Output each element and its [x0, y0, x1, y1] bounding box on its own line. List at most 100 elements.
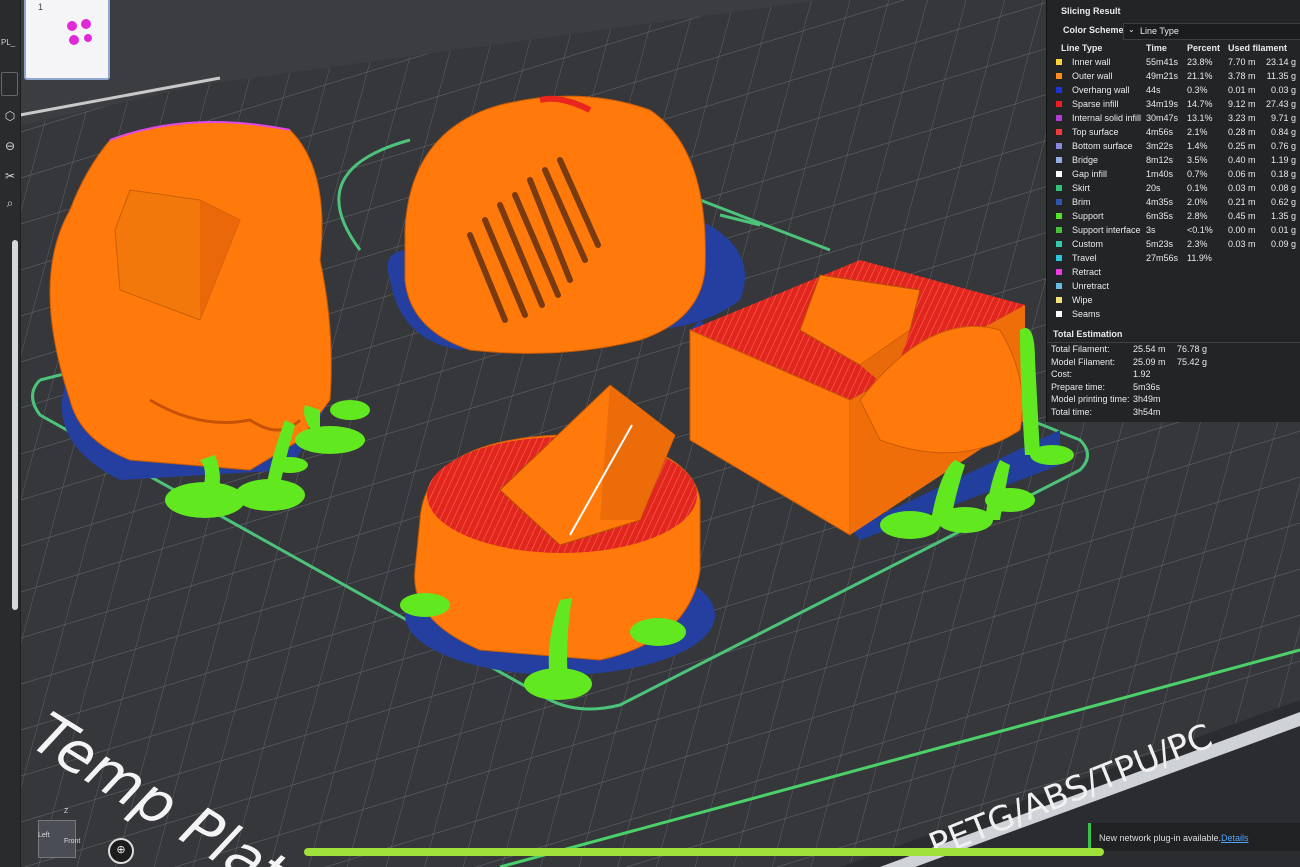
- line-type-row[interactable]: Bridge 8m12s 3.5% 0.40 m 1.19 g: [1047, 154, 1300, 168]
- row-length: 0.01 m: [1228, 85, 1256, 95]
- minus-circle-icon[interactable]: ⊖: [2, 138, 18, 154]
- row-length: 9.12 m: [1228, 99, 1256, 109]
- row-name: Top surface: [1072, 127, 1119, 137]
- line-type-row[interactable]: Top surface 4m56s 2.1% 0.28 m 0.84 g: [1047, 126, 1300, 140]
- plate-thumbnail[interactable]: 1: [24, 0, 110, 80]
- row-percent: 0.3%: [1187, 85, 1208, 95]
- row-name: Bridge: [1072, 155, 1099, 165]
- line-type-row[interactable]: Sparse infill 34m19s 14.7% 9.12 m 27.43 g: [1047, 98, 1300, 112]
- line-type-row[interactable]: Bottom surface 3m22s 1.4% 0.25 m 0.76 g: [1047, 140, 1300, 154]
- estimation-label: Cost:: [1051, 369, 1073, 379]
- line-type-row[interactable]: Wipe: [1047, 294, 1300, 308]
- color-swatch: [1056, 227, 1062, 233]
- row-grams: 0.03 g: [1270, 85, 1296, 95]
- row-name: Inner wall: [1072, 57, 1111, 67]
- layer-slider[interactable]: [304, 848, 1104, 856]
- row-percent: 13.1%: [1187, 113, 1213, 123]
- row-name: Support interface: [1072, 225, 1141, 235]
- row-time: 3s: [1146, 225, 1156, 235]
- row-percent: 3.5%: [1187, 155, 1208, 165]
- estimation-item: Total Filament: 25.54 m 76.78 g: [1051, 344, 1300, 357]
- row-time: 5m23s: [1146, 239, 1174, 249]
- row-time: 30m47s: [1146, 113, 1179, 123]
- estimation-label: Prepare time:: [1051, 381, 1106, 392]
- line-type-row[interactable]: Custom 5m23s 2.3% 0.03 m 0.09 g: [1047, 238, 1300, 252]
- estimation-item: Total time: 3h54m: [1051, 407, 1300, 420]
- line-type-row[interactable]: Brim 4m35s 2.0% 0.21 m 0.62 g: [1047, 196, 1300, 210]
- row-percent: 2.8%: [1187, 211, 1208, 221]
- color-swatch: [1056, 199, 1062, 205]
- row-grams: 9.71 g: [1270, 113, 1296, 123]
- color-swatch: [1056, 59, 1062, 65]
- line-type-row[interactable]: Skirt 20s 0.1% 0.03 m 0.08 g: [1047, 182, 1300, 196]
- panel-title: Slicing Result: [1061, 6, 1121, 16]
- row-name: Custom: [1072, 239, 1104, 249]
- estimation-label: Total Filament:: [1051, 344, 1110, 354]
- estimation-value: 3h54m: [1133, 406, 1161, 417]
- row-time: 4m56s: [1146, 127, 1174, 137]
- row-name: Travel: [1072, 253, 1097, 263]
- line-type-row[interactable]: Support interface 3s <0.1% 0.00 m 0.01 g: [1047, 224, 1300, 238]
- row-name: Overhang wall: [1072, 85, 1130, 95]
- row-grams: 1.35 g: [1270, 211, 1296, 221]
- line-type-row[interactable]: Support 6m35s 2.8% 0.45 m 1.35 g: [1047, 210, 1300, 224]
- row-length: 3.23 m: [1228, 113, 1256, 123]
- reset-view-icon[interactable]: ⊕: [108, 838, 134, 864]
- line-type-row[interactable]: Gap infill 1m40s 0.7% 0.06 m 0.18 g: [1047, 168, 1300, 182]
- row-length: 0.03 m: [1228, 183, 1256, 193]
- color-scheme-select[interactable]: ⌄ Line Type: [1123, 23, 1300, 40]
- notification-details-link[interactable]: Details: [1221, 833, 1249, 843]
- line-type-row[interactable]: Internal solid infill 30m47s 13.1% 3.23 m 9.…: [1047, 112, 1300, 126]
- total-estimation-title: Total Estimation: [1053, 329, 1123, 339]
- row-length: 0.25 m: [1228, 141, 1256, 151]
- search-icon[interactable]: ⌕: [2, 195, 18, 211]
- row-length: 7.70 m: [1228, 57, 1256, 67]
- estimation-item: Cost: 1.92: [1051, 369, 1300, 382]
- row-name: Support: [1072, 211, 1104, 221]
- row-grams: 0.18 g: [1270, 169, 1296, 179]
- line-type-row[interactable]: Outer wall 49m21s 21.1% 3.78 m 11.35 g: [1047, 70, 1300, 84]
- row-percent: 14.7%: [1187, 99, 1213, 109]
- row-time: 3m22s: [1146, 141, 1174, 151]
- row-percent: 2.3%: [1187, 239, 1208, 249]
- navigation-cube[interactable]: Z Left Front: [30, 800, 90, 860]
- row-grams: 0.84 g: [1270, 127, 1296, 137]
- cube-icon[interactable]: ⬡: [2, 108, 18, 124]
- estimation-value: 25.54 m: [1133, 344, 1166, 354]
- col-header-line-type: Line Type: [1061, 43, 1103, 53]
- left-scrollbar[interactable]: [12, 240, 18, 610]
- cube-z-label: Z: [64, 808, 69, 815]
- row-time: 27m56s: [1146, 253, 1179, 263]
- col-header-time: Time: [1146, 43, 1167, 53]
- row-name: Retract: [1072, 267, 1102, 277]
- row-name: Bottom surface: [1072, 141, 1133, 151]
- row-time: 34m19s: [1146, 99, 1179, 109]
- estimation-value: 5m36s: [1133, 381, 1161, 392]
- slicing-result-panel: Slicing Result Color Scheme ⌄ Line Type …: [1046, 0, 1300, 422]
- row-name: Outer wall: [1072, 71, 1113, 81]
- row-percent: <0.1%: [1187, 225, 1213, 235]
- line-type-row[interactable]: Inner wall 55m41s 23.8% 7.70 m 23.14 g: [1047, 56, 1300, 70]
- left-toolbar-box[interactable]: [1, 72, 18, 96]
- estimation-value-2: 75.42 g: [1177, 356, 1208, 367]
- row-name: Sparse infill: [1072, 99, 1119, 109]
- color-swatch: [1056, 241, 1062, 247]
- row-name: Unretract: [1072, 281, 1110, 291]
- row-percent: 1.4%: [1187, 141, 1208, 151]
- line-type-row[interactable]: Retract: [1047, 266, 1300, 280]
- row-name: Skirt: [1072, 183, 1090, 193]
- line-type-row[interactable]: Travel 27m56s 11.9%: [1047, 252, 1300, 266]
- cut-icon[interactable]: ✂: [2, 168, 18, 184]
- row-percent: 11.9%: [1187, 253, 1212, 263]
- cube-front-label: Front: [64, 838, 81, 845]
- estimation-label: Model printing time:: [1051, 394, 1130, 404]
- line-type-row[interactable]: Seams: [1047, 308, 1300, 322]
- row-grams: 0.76 g: [1270, 141, 1296, 151]
- line-type-row[interactable]: Unretract: [1047, 280, 1300, 294]
- row-grams: 0.01 g: [1270, 225, 1296, 235]
- row-percent: 21.1%: [1187, 71, 1213, 81]
- line-type-row[interactable]: Overhang wall 44s 0.3% 0.01 m 0.03 g: [1047, 84, 1300, 98]
- row-grams: 11.35 g: [1266, 71, 1296, 81]
- row-length: 0.03 m: [1228, 239, 1256, 249]
- chevron-down-icon: ⌄: [1128, 25, 1135, 34]
